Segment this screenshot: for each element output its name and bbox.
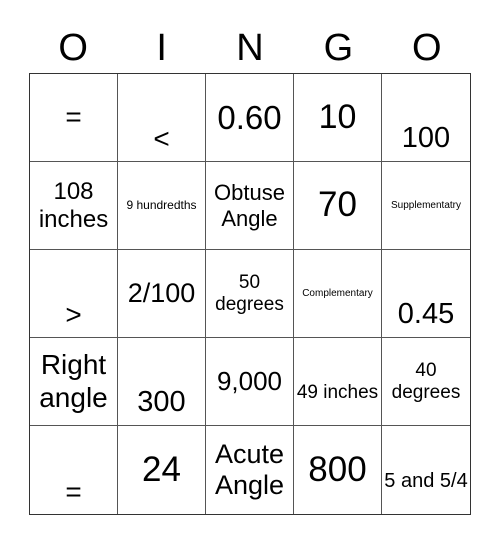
cell-text: 300 — [137, 385, 186, 418]
bingo-cell[interactable]: 800 — [294, 426, 382, 514]
bingo-cell[interactable]: 0.60 — [206, 74, 294, 162]
bingo-cell[interactable]: = — [30, 74, 118, 162]
cell-text: > — [65, 298, 82, 330]
cell-text: Acute Angle — [214, 438, 285, 500]
cell-text: Complementary — [302, 287, 373, 299]
bingo-cell[interactable]: = — [30, 426, 118, 514]
bingo-cell[interactable]: Right angle — [30, 338, 118, 426]
bingo-cell[interactable]: 24 — [118, 426, 206, 514]
cell-text: 800 — [308, 449, 367, 489]
cell-text: 100 — [401, 121, 451, 154]
bingo-grid: = <0.60 10 100 108 inches 9 hundredths Obtuse … — [29, 73, 471, 515]
bingo-cell[interactable]: 300 — [118, 338, 206, 426]
header-letter: I — [156, 27, 167, 69]
bingo-cell[interactable]: < — [118, 74, 206, 162]
cell-text: 24 — [142, 449, 181, 489]
bingo-cell[interactable]: Obtuse Angle — [206, 162, 294, 250]
cell-text: 49 inches — [296, 381, 379, 403]
cell-text: Obtuse Angle — [214, 180, 285, 231]
cell-text: 2/100 — [127, 277, 196, 308]
bingo-cell[interactable]: > — [30, 250, 118, 338]
bingo-cell[interactable]: 9,000 — [206, 338, 294, 426]
header-letter: O — [412, 27, 442, 69]
bingo-cell[interactable]: 10 — [294, 74, 382, 162]
bingo-cell[interactable]: 9 hundredths — [118, 162, 206, 250]
cell-text: 9,000 — [216, 365, 283, 396]
bingo-cell[interactable]: Supplementatry — [382, 162, 470, 250]
bingo-cell[interactable]: 5 and 5/4 — [382, 426, 470, 514]
header-letter: N — [236, 27, 264, 69]
cell-text: Supplementatry — [390, 199, 462, 211]
cell-text: 0.45 — [397, 297, 455, 330]
cell-text: 108 inches — [38, 177, 109, 233]
cell-text: 50 degrees — [215, 271, 284, 315]
cell-text: < — [153, 122, 170, 154]
bingo-cell[interactable]: 50 degrees — [206, 250, 294, 338]
cell-text: 70 — [318, 185, 357, 225]
cell-text: = — [65, 101, 82, 133]
cell-text: Right angle — [39, 349, 108, 413]
header-letter: O — [58, 27, 88, 69]
bingo-cell[interactable]: 100 — [382, 74, 470, 162]
bingo-cell[interactable]: Acute Angle — [206, 426, 294, 514]
cell-text: = — [65, 475, 82, 507]
bingo-cell[interactable]: Complementary — [294, 250, 382, 338]
bingo-cell[interactable]: 2/100 — [118, 250, 206, 338]
cell-text: 40 degrees — [391, 359, 461, 403]
bingo-cell[interactable]: 70 — [294, 162, 382, 250]
header-letter: G — [323, 27, 354, 69]
bingo-header: O I N G O — [29, 26, 471, 70]
bingo-cell[interactable]: 0.45 — [382, 250, 470, 338]
cell-text: 0.60 — [217, 98, 282, 136]
bingo-cell[interactable]: 49 inches — [294, 338, 382, 426]
cell-text: 10 — [318, 97, 357, 136]
bingo-cell[interactable]: 108 inches — [30, 162, 118, 250]
bingo-cell[interactable]: 40 degrees — [382, 338, 470, 426]
cell-text: 5 and 5/4 — [384, 469, 468, 492]
cell-text: 9 hundredths — [126, 197, 197, 212]
